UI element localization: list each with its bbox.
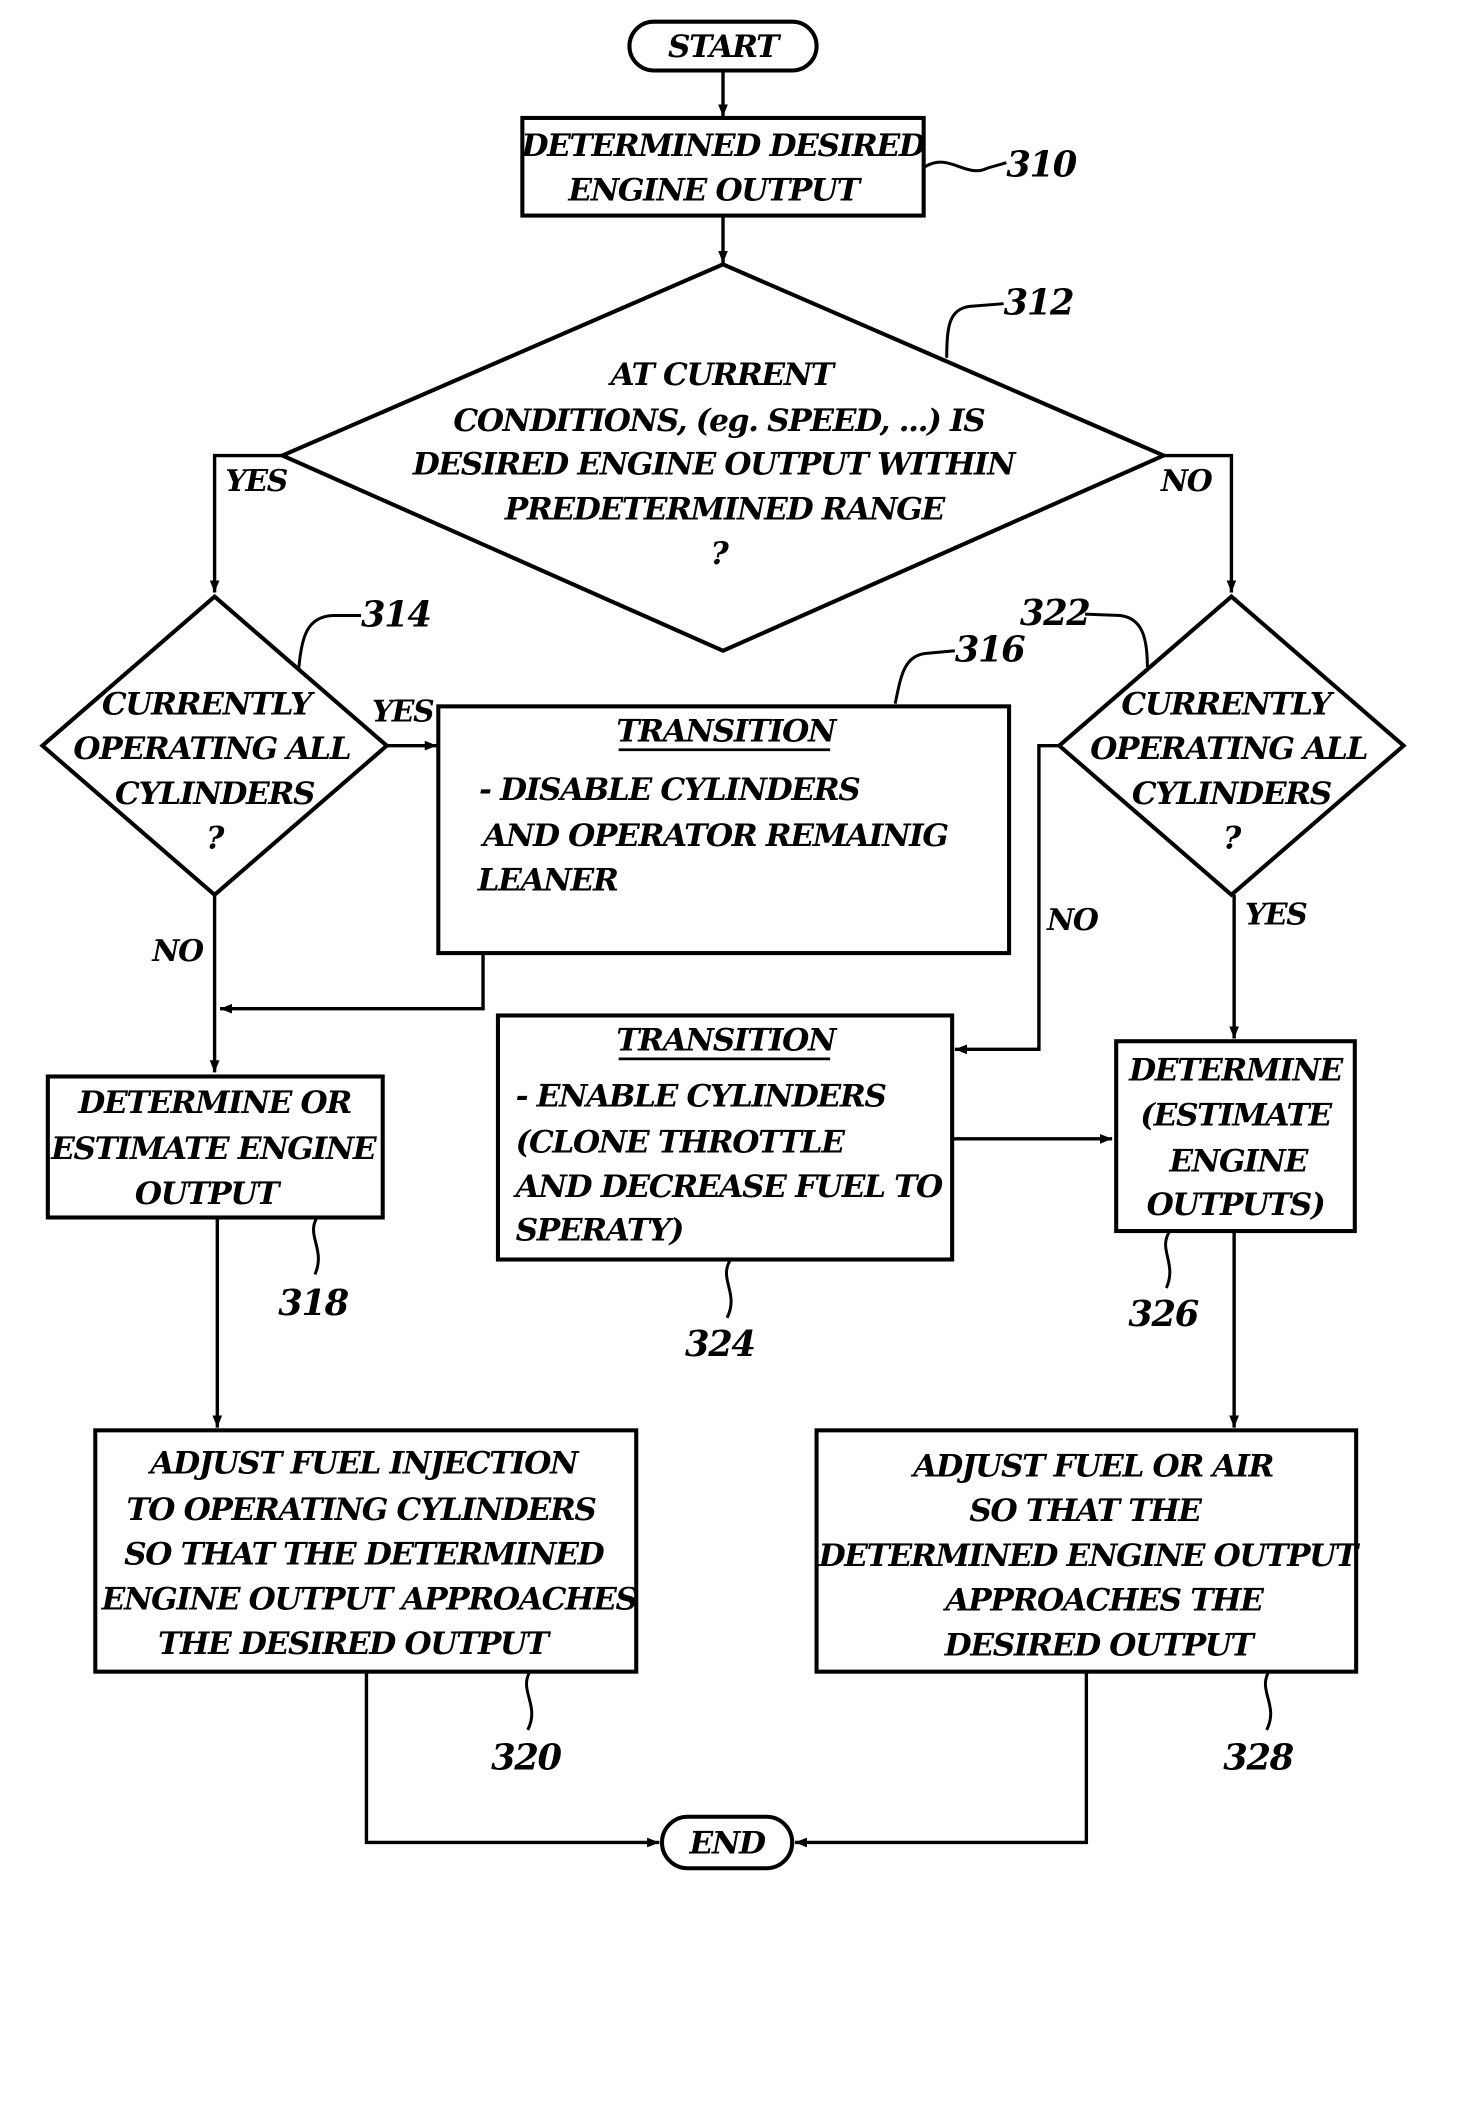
step-314-line: OPERATING ALL xyxy=(73,731,350,767)
step-310-line: ENGINE OUTPUT xyxy=(567,173,862,209)
step-310-box: DETERMINED DESIRED ENGINE OUTPUT xyxy=(520,115,927,218)
step-318-line: DETERMINE OR xyxy=(77,1085,351,1121)
step-328-line: SO THAT THE xyxy=(969,1493,1203,1529)
step-312-line: DESIRED ENGINE OUTPUT WITHIN xyxy=(412,447,1017,483)
step-326-line: DETERMINE xyxy=(1128,1053,1344,1089)
step-326-line: OUTPUTS) xyxy=(1147,1187,1325,1223)
label-314-yes: YES xyxy=(372,694,434,729)
step-324-box: TRANSITION - ENABLE CYLINDERS (CLONE THR… xyxy=(495,1013,955,1262)
step-312-line: PREDETERMINED RANGE xyxy=(504,491,947,527)
ref-318: 318 xyxy=(278,1283,348,1324)
ref-310: 310 xyxy=(1006,144,1077,185)
step-320-line: TO OPERATING CYLINDERS xyxy=(126,1492,596,1528)
label-314-no: NO xyxy=(151,934,204,969)
ref-314: 314 xyxy=(361,594,431,635)
step-316-line: - DISABLE CYLINDERS xyxy=(479,772,860,808)
step-324-line: - ENABLE CYLINDERS xyxy=(516,1078,887,1114)
step-324-line: AND DECREASE FUEL TO xyxy=(513,1169,943,1205)
step-314-line: ? xyxy=(206,821,225,857)
leader-324 xyxy=(724,1260,733,1319)
ref-322: 322 xyxy=(1020,593,1090,634)
step-314-line: CURRENTLY xyxy=(102,686,315,722)
step-316-line: AND OPERATOR REMAINIG xyxy=(480,818,948,854)
leader-322 xyxy=(1084,612,1149,668)
step-314-decision: CURRENTLY OPERATING ALL CYLINDERS ? xyxy=(39,593,390,898)
step-328-box: ADJUST FUEL OR AIR SO THAT THE DETERMINE… xyxy=(814,1428,1362,1674)
step-312-line: CONDITIONS, (eg. SPEED, ...) IS xyxy=(453,403,985,439)
label-322-yes: YES xyxy=(1245,898,1307,933)
step-318-box: DETERMINE OR ESTIMATE ENGINE OUTPUT xyxy=(45,1074,385,1220)
leader-316 xyxy=(893,649,955,704)
label-312-yes: YES xyxy=(225,464,287,499)
leader-312 xyxy=(945,302,1004,358)
ref-320: 320 xyxy=(491,1737,562,1778)
label-312-no: NO xyxy=(1160,464,1213,499)
start-label: START xyxy=(668,29,782,65)
leader-314 xyxy=(297,614,362,670)
step-312-line: ? xyxy=(710,536,729,572)
start-terminal: START xyxy=(627,19,819,73)
step-312-line: AT CURRENT xyxy=(608,357,837,393)
step-322-line: CURRENTLY xyxy=(1121,686,1334,722)
step-322-decision: CURRENTLY OPERATING ALL CYLINDERS ? xyxy=(1056,593,1407,898)
ref-328: 328 xyxy=(1223,1737,1293,1778)
step-326-line: (ESTIMATE xyxy=(1140,1097,1333,1133)
step-320-line: ENGINE OUTPUT APPROACHES xyxy=(101,1581,638,1617)
step-326-box: DETERMINE (ESTIMATE ENGINE OUTPUTS) xyxy=(1114,1039,1357,1234)
step-320-line: SO THAT THE DETERMINED xyxy=(124,1537,604,1573)
leader-326 xyxy=(1164,1231,1172,1289)
end-label: END xyxy=(688,1825,766,1861)
step-324-line: (CLONE THROTTLE xyxy=(516,1124,847,1160)
ref-312: 312 xyxy=(1004,283,1074,324)
step-326-line: ENGINE xyxy=(1168,1143,1309,1179)
step-322-line: OPERATING ALL xyxy=(1090,731,1367,767)
step-322-line: ? xyxy=(1223,821,1242,857)
label-322-no: NO xyxy=(1046,903,1099,938)
step-328-line: APPROACHES THE xyxy=(942,1583,1265,1619)
step-324-line: SPERATY) xyxy=(516,1213,683,1249)
step-318-line: OUTPUT xyxy=(135,1176,282,1212)
step-320-line: THE DESIRED OUTPUT xyxy=(158,1626,552,1662)
step-316-title: TRANSITION xyxy=(616,714,838,750)
step-318-line: ESTIMATE ENGINE xyxy=(50,1131,378,1167)
step-320-box: ADJUST FUEL INJECTION TO OPERATING CYLIN… xyxy=(93,1428,639,1674)
step-316-box: TRANSITION - DISABLE CYLINDERS AND OPERA… xyxy=(436,704,1012,956)
ref-326: 326 xyxy=(1128,1294,1198,1335)
ref-324: 324 xyxy=(685,1324,755,1365)
step-328-line: ADJUST FUEL OR AIR xyxy=(910,1448,1273,1484)
flowchart: START DETERMINED DESIRED ENGINE OUTPUT 3… xyxy=(39,19,1407,1871)
arrow-328-to-end xyxy=(794,1671,1089,1848)
leader-310 xyxy=(924,160,1007,173)
step-328-line: DESIRED OUTPUT xyxy=(944,1627,1257,1663)
step-310-line: DETERMINED DESIRED xyxy=(520,128,925,164)
end-terminal: END xyxy=(659,1814,795,1871)
step-322-line: CYLINDERS xyxy=(1132,776,1332,812)
step-316-line: LEANER xyxy=(477,863,618,899)
step-328-line: DETERMINED ENGINE OUTPUT xyxy=(818,1538,1361,1574)
leader-328 xyxy=(1263,1672,1273,1731)
ref-316: 316 xyxy=(955,630,1025,671)
step-320-line: ADJUST FUEL INJECTION xyxy=(147,1446,580,1482)
step-314-line: CYLINDERS xyxy=(115,776,315,812)
leader-318 xyxy=(312,1218,320,1276)
step-324-title: TRANSITION xyxy=(616,1023,838,1059)
leader-320 xyxy=(525,1672,534,1731)
arrow-316-to-318 xyxy=(220,953,485,1014)
